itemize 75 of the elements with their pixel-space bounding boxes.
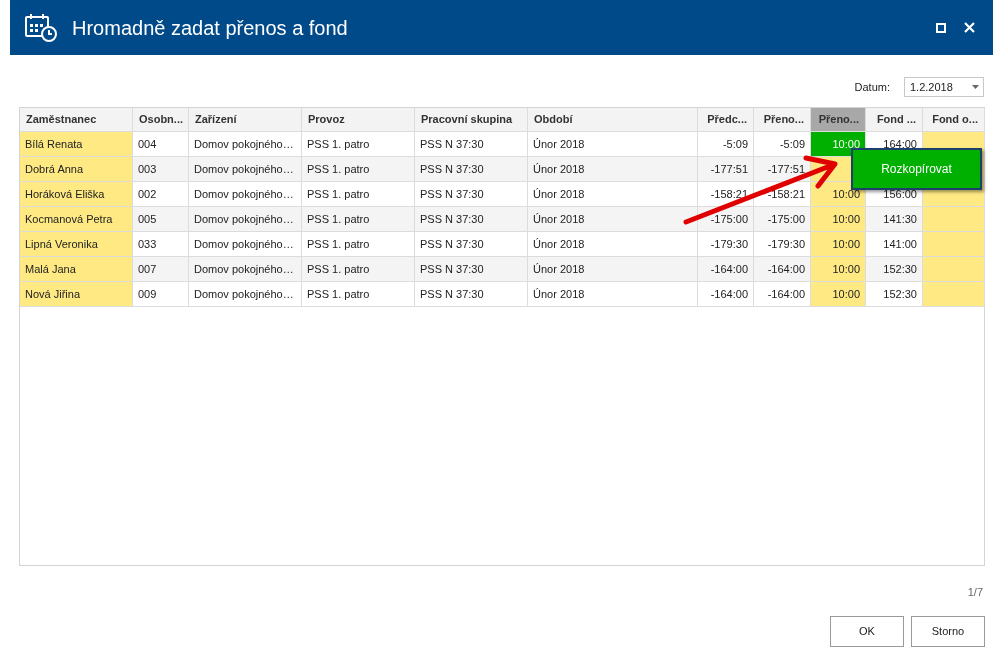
table-cell: 10:00 <box>811 207 866 231</box>
calendar-clock-icon <box>24 12 58 43</box>
dialog-button[interactable]: Storno <box>911 616 985 647</box>
maximize-icon <box>936 22 946 33</box>
table-cell: PSS 1. patro <box>302 182 415 206</box>
table-cell: Únor 2018 <box>528 282 698 306</box>
table-cell: 004 <box>133 132 189 156</box>
table-cell: 002 <box>133 182 189 206</box>
table-cell: PSS 1. patro <box>302 282 415 306</box>
table-cell: -175:00 <box>698 207 754 231</box>
close-icon <box>963 22 975 33</box>
table-cell: Únor 2018 <box>528 182 698 206</box>
column-header[interactable]: Zařízení <box>189 108 302 131</box>
table-cell: Domov pokojného… <box>189 207 302 231</box>
table-cell: Domov pokojného… <box>189 182 302 206</box>
table-cell: Malá Jana <box>20 257 133 281</box>
table-cell: PSS N 37:30 <box>415 182 528 206</box>
table-cell: Únor 2018 <box>528 157 698 181</box>
table-cell: PSS 1. patro <box>302 232 415 256</box>
dialog-button[interactable]: OK <box>830 616 904 647</box>
table-cell: PSS N 37:30 <box>415 132 528 156</box>
table-cell: PSS N 37:30 <box>415 282 528 306</box>
table-cell: Domov pokojného… <box>189 257 302 281</box>
table-cell: Únor 2018 <box>528 132 698 156</box>
table-cell: 005 <box>133 207 189 231</box>
column-header[interactable]: Provoz <box>302 108 415 131</box>
table-cell: PSS 1. patro <box>302 132 415 156</box>
table-cell: PSS 1. patro <box>302 257 415 281</box>
table-cell: -158:21 <box>698 182 754 206</box>
table-cell: PSS 1. patro <box>302 207 415 231</box>
table-cell: 10:00 <box>811 257 866 281</box>
table-cell: -179:30 <box>698 232 754 256</box>
column-header[interactable]: Přeno... <box>811 108 866 131</box>
table-cell: 033 <box>133 232 189 256</box>
column-header[interactable]: Fond o... <box>923 108 985 131</box>
table-cell: Únor 2018 <box>528 232 698 256</box>
table-cell: PSS N 37:30 <box>415 232 528 256</box>
table-cell: Domov pokojného… <box>189 232 302 256</box>
dropdown-caret-icon <box>972 85 979 89</box>
table-cell: Lipná Veronika <box>20 232 133 256</box>
table-cell: PSS N 37:30 <box>415 157 528 181</box>
page-counter: 1/7 <box>967 585 983 600</box>
table-cell: Domov pokojného… <box>189 157 302 181</box>
column-header[interactable]: Předc... <box>698 108 754 131</box>
table-cell: Bílá Renata <box>20 132 133 156</box>
table-cell: 10:00 <box>811 282 866 306</box>
column-header[interactable]: Osobn... <box>133 108 189 131</box>
column-header[interactable]: Období <box>528 108 698 131</box>
table-cell: PSS N 37:30 <box>415 207 528 231</box>
column-header[interactable]: Přeno... <box>754 108 811 131</box>
column-header[interactable]: Zaměstnanec <box>20 108 133 131</box>
table-cell: 007 <box>133 257 189 281</box>
table-cell: Nová Jiřina <box>20 282 133 306</box>
table-cell: -164:00 <box>698 282 754 306</box>
table-cell: Dobrá Anna <box>20 157 133 181</box>
table-cell: Kocmanová Petra <box>20 207 133 231</box>
date-dropdown[interactable]: 1.2.2018 <box>904 77 984 97</box>
table-cell: Domov pokojného… <box>189 282 302 306</box>
date-label: Datum: <box>854 79 890 95</box>
column-header[interactable]: Pracovní skupina <box>415 108 528 131</box>
column-header[interactable]: Fond ... <box>866 108 923 131</box>
table-cell: Únor 2018 <box>528 207 698 231</box>
table-cell: PSS N 37:30 <box>415 257 528 281</box>
table-cell: -5:09 <box>698 132 754 156</box>
window-title: Hromadně zadat přenos a fond <box>72 15 349 41</box>
table-cell: PSS 1. patro <box>302 157 415 181</box>
table-cell: Horáková Eliška <box>20 182 133 206</box>
table-cell: 10:00 <box>811 132 866 156</box>
table-cell: 003 <box>133 157 189 181</box>
table-cell: Únor 2018 <box>528 257 698 281</box>
table-cell: -164:00 <box>698 257 754 281</box>
table-cell: 009 <box>133 282 189 306</box>
table-cell: Domov pokojného… <box>189 132 302 156</box>
table-cell: -177:51 <box>698 157 754 181</box>
table-cell: 10:00 <box>811 232 866 256</box>
